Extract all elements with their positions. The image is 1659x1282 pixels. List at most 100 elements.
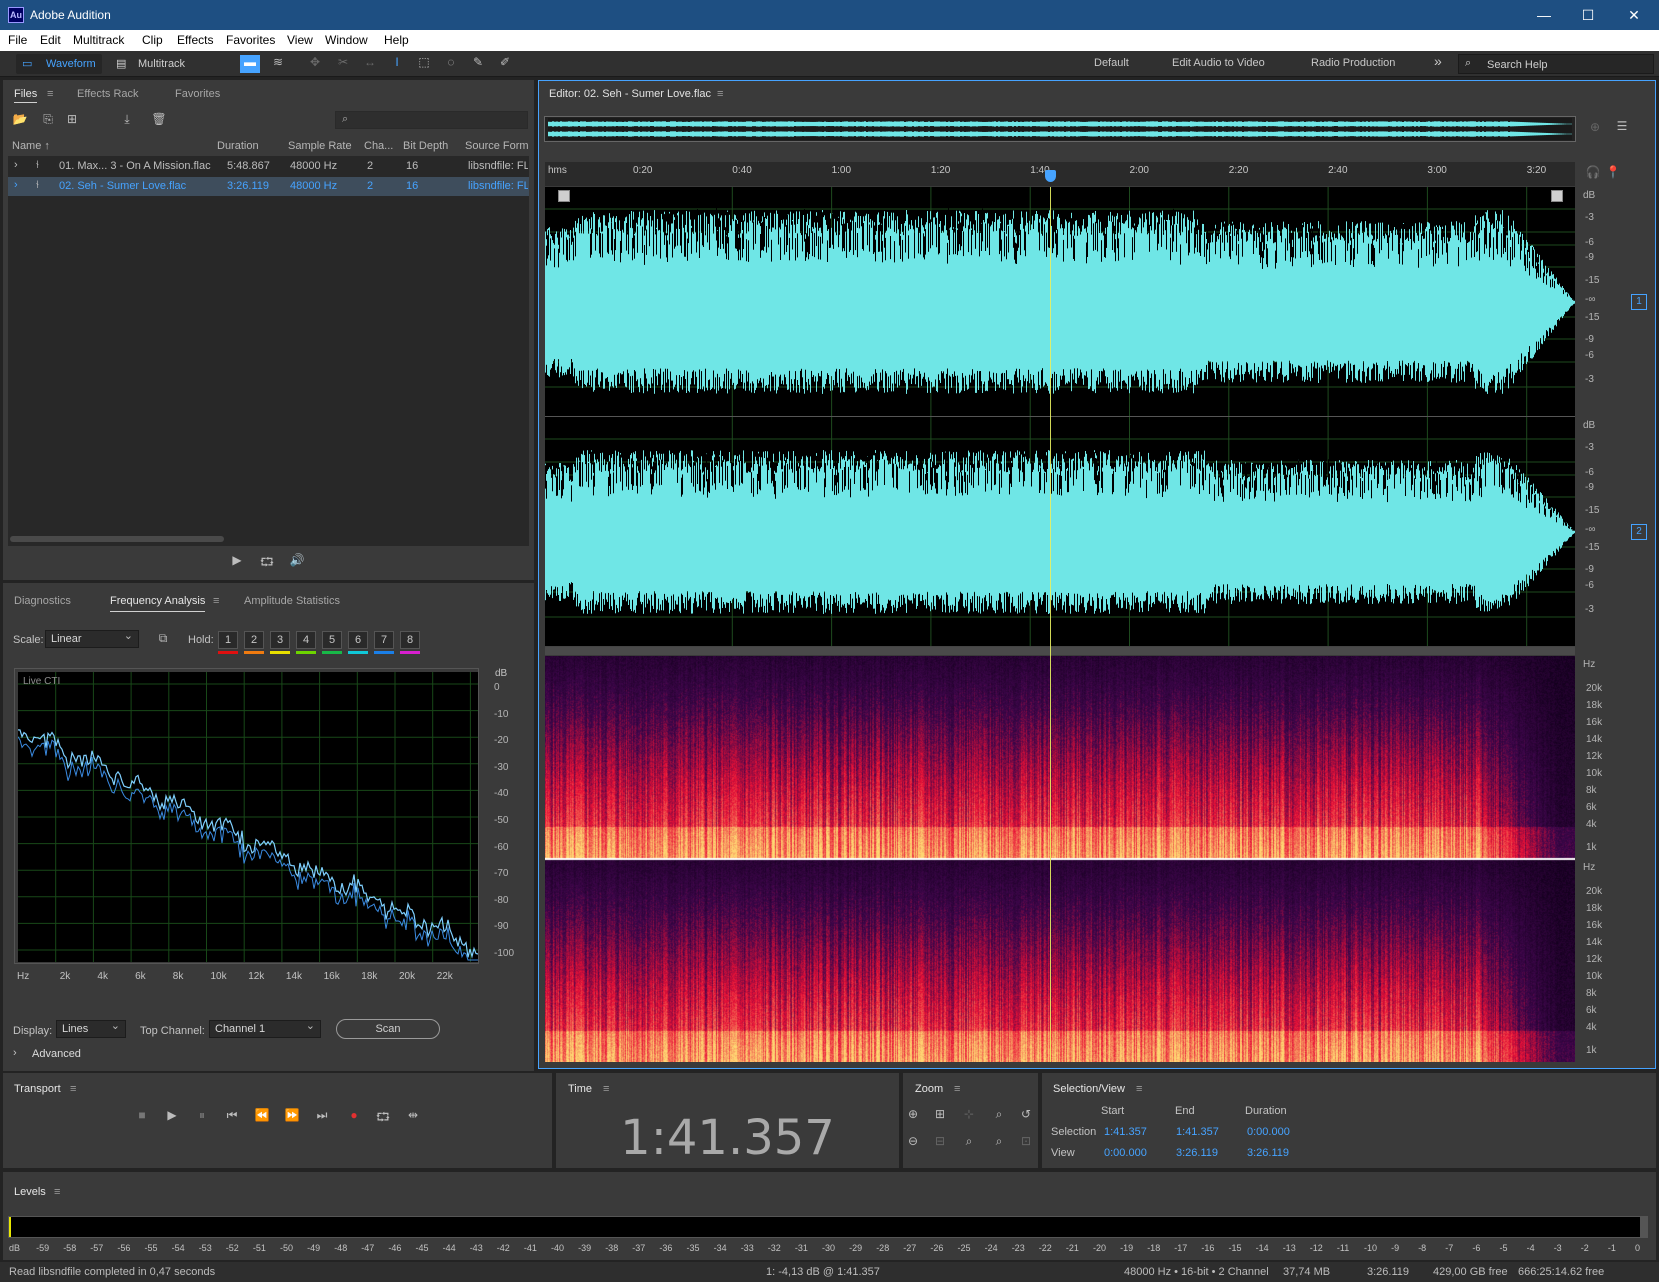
waveform-view-icon[interactable]: ≋	[268, 55, 288, 69]
table-row-selected[interactable]: › ⫮ 02. Seh - Sumer Love.flac 3:26.119 4…	[8, 177, 529, 196]
levels-menu-icon[interactable]: ≡	[54, 1186, 60, 1198]
zoom-out-full-icon[interactable]: ⌕	[960, 1134, 978, 1149]
zoom-full-icon[interactable]: ⌕	[990, 1134, 1008, 1149]
playhead-handle[interactable]	[1045, 170, 1056, 182]
loop-playback-icon[interactable]: ⮔	[373, 1108, 393, 1129]
col-bit-depth[interactable]: Bit Depth	[403, 140, 448, 152]
hold-button-8[interactable]: 8	[400, 631, 420, 649]
waveform-mode-button[interactable]: ▭ Waveform	[16, 54, 102, 74]
skip-selection-icon[interactable]: ⇹	[403, 1108, 423, 1122]
log-freq-toggle-icon[interactable]: ⧉	[154, 631, 172, 646]
play-icon[interactable]: ▶	[163, 1108, 181, 1122]
zoom-selection-icon[interactable]: ⊹	[960, 1107, 978, 1121]
multitrack-mode-button[interactable]: ▤ Multitrack	[112, 54, 198, 74]
view-start-field[interactable]: 0:00.000	[1104, 1147, 1147, 1159]
frequency-menu-icon[interactable]: ≡	[213, 595, 219, 607]
marquee-tool-icon[interactable]: ⬚	[414, 55, 434, 69]
rewind-icon[interactable]: ⏪	[253, 1108, 271, 1122]
lasso-tool-icon[interactable]: ◌	[441, 55, 461, 69]
editor-title[interactable]: Editor: 02. Seh - Sumer Love.flac	[549, 88, 711, 100]
move-tool-icon[interactable]: ✥	[305, 55, 325, 69]
selection-duration-field[interactable]: 0:00.000	[1247, 1126, 1290, 1138]
close-button[interactable]: ✕	[1612, 0, 1656, 30]
zoom-out-amplitude-icon[interactable]: ⊖	[904, 1134, 922, 1148]
menu-clip[interactable]: Clip	[142, 33, 163, 47]
channel-2-toggle[interactable]: 2	[1631, 524, 1647, 540]
col-name[interactable]: Name ↑	[12, 140, 50, 152]
hold-button-2[interactable]: 2	[244, 631, 264, 649]
zoom-reset-icon[interactable]: ↺	[1017, 1107, 1035, 1121]
go-to-start-icon[interactable]: ⏮	[223, 1108, 241, 1123]
tab-favorites[interactable]: Favorites	[175, 88, 220, 100]
more-workspaces-button[interactable]: »	[1434, 53, 1442, 69]
razor-tool-icon[interactable]: ✂	[333, 55, 353, 69]
hold-button-7[interactable]: 7	[374, 631, 394, 649]
maximize-button[interactable]: ☐	[1566, 0, 1610, 30]
table-row[interactable]: › ⫮ 01. Max... 3 - On A Mission.flac 5:4…	[8, 157, 529, 176]
editor-menu-icon[interactable]: ≡	[717, 88, 723, 100]
record-icon[interactable]: ●	[345, 1108, 363, 1122]
delete-icon[interactable]: 🗑	[150, 112, 168, 126]
view-splitter[interactable]	[545, 647, 1575, 655]
menu-effects[interactable]: Effects	[177, 33, 213, 47]
expand-icon[interactable]: ›	[14, 159, 18, 171]
time-selection-tool-icon[interactable]: I	[387, 55, 407, 69]
minimize-button[interactable]: —	[1522, 0, 1566, 30]
col-source-format[interactable]: Source Form...	[465, 140, 529, 152]
new-file-icon[interactable]: ⊞	[63, 112, 81, 126]
workspace-default[interactable]: Default	[1094, 57, 1129, 69]
files-menu-icon[interactable]: ≡	[47, 88, 53, 100]
files-search-input[interactable]: ⌕	[335, 111, 528, 129]
tab-diagnostics[interactable]: Diagnostics	[14, 595, 71, 607]
fast-forward-icon[interactable]: ⏩	[283, 1108, 301, 1122]
zoom-menu-icon[interactable]: ≡	[954, 1083, 960, 1095]
playhead-line[interactable]	[1050, 187, 1051, 1062]
insert-icon[interactable]: ⤓	[118, 112, 136, 127]
advanced-toggle[interactable]: Advanced	[32, 1048, 81, 1060]
advanced-expand-icon[interactable]: ›	[13, 1047, 17, 1059]
hold-button-3[interactable]: 3	[270, 631, 290, 649]
menu-help[interactable]: Help	[384, 33, 409, 47]
selection-start-field[interactable]: 1:41.357	[1104, 1126, 1147, 1138]
zoom-out-time-icon[interactable]: ⊟	[931, 1134, 949, 1148]
menu-file[interactable]: File	[8, 33, 27, 47]
zoom-tracks-icon[interactable]: ⊡	[1017, 1134, 1035, 1148]
scale-select[interactable]: Linear	[45, 628, 139, 648]
import-file-icon[interactable]: ⎘	[39, 112, 57, 127]
zoom-in-point-icon[interactable]: ⌕	[990, 1107, 1008, 1122]
time-ruler[interactable]	[545, 162, 1575, 186]
menu-edit[interactable]: Edit	[40, 33, 61, 47]
zoom-in-time-icon[interactable]: ⊞	[931, 1107, 949, 1121]
workspace-radio-production[interactable]: Radio Production	[1311, 57, 1395, 69]
channel-1-toggle[interactable]: 1	[1631, 294, 1647, 310]
fade-in-handle[interactable]	[558, 190, 570, 202]
autoplay-icon[interactable]: 🔊	[287, 553, 307, 567]
menu-favorites[interactable]: Favorites	[226, 33, 275, 47]
hold-button-1[interactable]: 1	[218, 631, 238, 649]
tab-effects-rack[interactable]: Effects Rack	[77, 88, 139, 100]
time-menu-icon[interactable]: ≡	[603, 1083, 609, 1095]
stop-icon[interactable]: ■	[133, 1108, 151, 1122]
col-channels[interactable]: Cha...	[364, 140, 393, 152]
transport-menu-icon[interactable]: ≡	[70, 1083, 76, 1095]
pin-icon[interactable]: 📍	[1604, 165, 1622, 179]
menu-multitrack[interactable]: Multitrack	[73, 33, 124, 47]
waveform-display[interactable]	[545, 187, 1575, 647]
scan-button[interactable]: Scan	[336, 1019, 440, 1039]
spectral-display[interactable]	[545, 656, 1575, 1062]
files-scrollbar[interactable]	[10, 536, 224, 542]
expand-icon[interactable]: ›	[14, 179, 18, 191]
view-end-field[interactable]: 3:26.119	[1176, 1147, 1218, 1159]
open-file-icon[interactable]: 📂	[11, 112, 29, 126]
tab-amplitude-statistics[interactable]: Amplitude Statistics	[244, 595, 340, 607]
brush-tool-icon[interactable]: ✎	[468, 55, 488, 69]
selection-end-field[interactable]: 1:41.357	[1176, 1126, 1219, 1138]
display-select[interactable]: Lines	[56, 1018, 126, 1038]
hold-button-6[interactable]: 6	[348, 631, 368, 649]
tab-files[interactable]: Files	[14, 88, 38, 103]
fade-out-handle[interactable]	[1551, 190, 1563, 202]
zoom-to-selection-icon[interactable]: ⊕	[1586, 120, 1604, 134]
loop-preview-icon[interactable]: ⮔	[257, 553, 277, 574]
workspace-edit-audio-to-video[interactable]: Edit Audio to Video	[1172, 57, 1265, 69]
zoom-in-amplitude-icon[interactable]: ⊕	[904, 1107, 922, 1121]
